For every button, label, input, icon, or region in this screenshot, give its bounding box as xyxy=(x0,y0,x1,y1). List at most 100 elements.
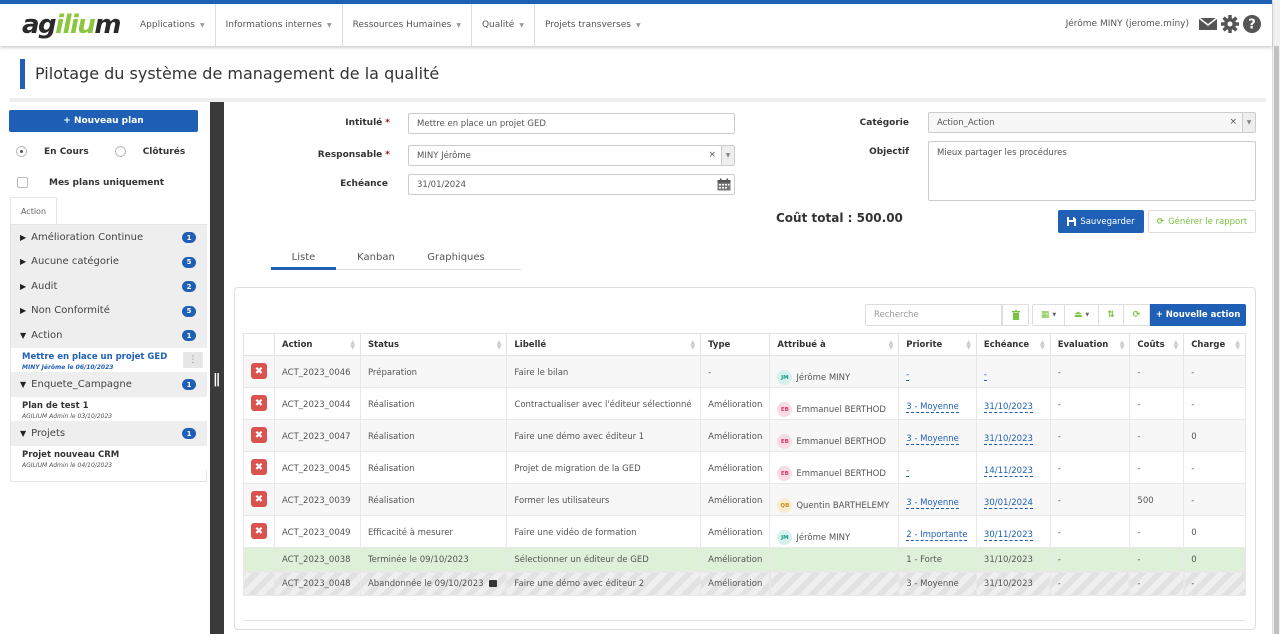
priority-cell[interactable]: 3 - Moyenne xyxy=(898,483,977,516)
group-audit[interactable]: ▶ Audit 2 xyxy=(11,274,207,299)
action-id[interactable]: ACT_2023_0038 xyxy=(274,547,361,572)
due-date-cell[interactable]: 30/11/2023 xyxy=(975,515,1051,548)
priority-cell[interactable]: 3 - Moyenne xyxy=(898,419,977,452)
due-date-cell[interactable]: - xyxy=(975,355,1051,388)
new-action-button[interactable]: + Nouvelle action xyxy=(1150,304,1246,326)
due-date-cell: 31/10/2023 xyxy=(975,571,1051,596)
nav-projets-transverses[interactable]: Projets transverses ▼ xyxy=(533,4,651,46)
clear-search-button[interactable] xyxy=(1002,304,1029,326)
action-id[interactable]: ACT_2023_0045 xyxy=(274,451,361,484)
objectif-textarea[interactable]: Mieux partager les procédures xyxy=(928,141,1256,201)
nav-applications[interactable]: Applications ▼ xyxy=(130,4,215,46)
nav-informations-internes[interactable]: Informations internes ▼ xyxy=(214,4,342,46)
group-aucune-categorie[interactable]: ▶ Aucune catégorie 5 xyxy=(11,249,207,274)
columns-button[interactable]: ▦ ▼ xyxy=(1032,304,1065,326)
group-projets[interactable]: ▼ Projets 1 xyxy=(11,421,207,446)
clear-icon[interactable]: × xyxy=(708,150,716,160)
priority-cell[interactable]: 2 - Importante xyxy=(898,515,977,548)
tab-action[interactable]: Action xyxy=(10,197,57,224)
delete-icon[interactable]: ✖ xyxy=(251,427,267,443)
group-amelioration-continue[interactable]: ▶ Amélioration Continue 1 xyxy=(11,225,207,250)
action-id[interactable]: ACT_2023_0048 xyxy=(274,571,361,596)
refresh-button[interactable]: ⟳ xyxy=(1123,304,1150,326)
action-id[interactable]: ACT_2023_0049 xyxy=(274,515,361,548)
delete-icon[interactable]: ✖ xyxy=(251,491,267,507)
categorie-select[interactable]: Action_Action × ▼ xyxy=(928,112,1256,133)
nav-qualite[interactable]: Qualité ▼ xyxy=(470,4,534,46)
group-enquete-campagne[interactable]: ▼ Enquete_Campagne 1 xyxy=(11,372,207,397)
plan-item[interactable]: Mettre en place un projet GED MINY Jérôm… xyxy=(11,347,207,372)
col-evaluation[interactable]: Evaluation ▲ ▼ xyxy=(1049,333,1131,356)
radio-en-cours[interactable] xyxy=(16,146,27,157)
my-plans-checkbox[interactable] xyxy=(17,177,28,188)
search-input[interactable]: Recherche xyxy=(865,304,1002,326)
due-date-cell[interactable]: 31/10/2023 xyxy=(975,419,1051,452)
priority-cell[interactable]: 3 - Moyenne xyxy=(898,387,977,420)
plan-item[interactable]: Plan de test 1 AGILIUM Admin le 03/10/20… xyxy=(11,396,207,421)
tab-liste[interactable]: Liste xyxy=(271,250,336,270)
calendar-icon[interactable] xyxy=(717,178,731,191)
envelope-icon[interactable] xyxy=(1198,14,1218,34)
col-priorite[interactable]: Priorite ▲ ▼ xyxy=(898,333,977,356)
tab-kanban[interactable]: Kanban xyxy=(336,250,416,270)
panel-splitter[interactable]: || xyxy=(210,102,224,634)
table-row[interactable]: ACT_2023_0038 Terminée le 09/10/2023 Sélec… xyxy=(243,547,1246,572)
table-row[interactable]: ACT_2023_0048 Abandonnée le 09/10/2023 Fai… xyxy=(243,571,1246,596)
radio-clotures[interactable] xyxy=(114,146,126,157)
delete-icon[interactable]: ✖ xyxy=(251,395,267,411)
col-couts[interactable]: Coûts ▲ ▼ xyxy=(1129,333,1185,356)
intitule-input[interactable]: Mettre en place un projet GED xyxy=(408,113,735,134)
export-button[interactable]: ⏏ ▼ xyxy=(1064,304,1099,326)
agilium-logo[interactable]: agilium xyxy=(22,10,121,40)
priority-cell[interactable]: - xyxy=(898,451,977,484)
table-row[interactable]: ✖ ACT_2023_0049 Efficacité à mesurer Faire … xyxy=(243,515,1246,548)
plan-item[interactable]: Projet nouveau CRM AGILIUM Admin le 04/1… xyxy=(11,445,207,470)
tab-graphiques[interactable]: Graphiques xyxy=(416,250,496,270)
delete-icon[interactable]: ✖ xyxy=(251,363,267,379)
table-row[interactable]: ✖ ACT_2023_0047 Réalisation Faire une démo … xyxy=(243,419,1246,452)
comment-icon[interactable] xyxy=(488,580,497,587)
col-status[interactable]: Status ▲ ▼ xyxy=(359,333,508,356)
table-row[interactable]: ✖ ACT_2023_0045 Réalisation Projet de migra… xyxy=(243,451,1246,484)
group-action[interactable]: ▼ Action 1 xyxy=(11,323,207,348)
chevron-down-icon[interactable]: ▼ xyxy=(721,146,734,165)
col-type[interactable]: Type xyxy=(700,333,771,356)
col-libelle[interactable]: Libellé ▲ ▼ xyxy=(506,333,702,356)
more-options-icon[interactable]: ⋮ xyxy=(183,351,203,368)
responsable-select[interactable]: MINY Jérôme × ▼ xyxy=(408,145,735,166)
col-attribue[interactable]: Attribué à ▲ ▼ xyxy=(769,333,900,356)
new-plan-button[interactable]: + Nouveau plan xyxy=(9,110,198,132)
table-row[interactable]: ✖ ACT_2023_0044 Réalisation Contractualiser… xyxy=(243,387,1246,420)
clear-icon[interactable]: × xyxy=(1229,117,1237,127)
generate-report-button[interactable]: ⟳ Générer le rapport xyxy=(1148,210,1256,233)
col-charge[interactable]: Charge ▲ ▼ xyxy=(1183,333,1246,356)
priority-cell[interactable]: - xyxy=(898,355,977,388)
group-non-conformite[interactable]: ▶ Non Conformité 5 xyxy=(11,298,207,323)
due-date-cell[interactable]: 30/01/2024 xyxy=(975,483,1051,516)
action-id[interactable]: ACT_2023_0039 xyxy=(274,483,361,516)
echeance-input[interactable]: 31/01/2024 xyxy=(408,174,735,195)
gear-icon[interactable] xyxy=(1220,14,1240,34)
page-scrollbar[interactable] xyxy=(1272,0,1280,634)
table-row[interactable]: ✖ ACT_2023_0046 Préparation Faire le bilan -… xyxy=(243,355,1246,388)
delete-icon[interactable]: ✖ xyxy=(251,523,267,539)
radio-clotures-label[interactable]: Clôturés xyxy=(143,147,185,157)
delete-icon[interactable]: ✖ xyxy=(251,459,267,475)
col-action[interactable]: Action ▲ ▼ xyxy=(274,333,361,356)
due-date-cell[interactable]: 14/11/2023 xyxy=(975,451,1051,484)
chevron-down-icon[interactable]: ▼ xyxy=(1242,113,1255,132)
sort-button[interactable]: ⇅ xyxy=(1098,304,1124,326)
due-date-cell[interactable]: 31/10/2023 xyxy=(975,387,1051,420)
radio-en-cours-label[interactable]: En Cours xyxy=(44,147,89,157)
action-id[interactable]: ACT_2023_0044 xyxy=(274,387,361,420)
user-name[interactable]: Jérôme MINY (jerome.miny) xyxy=(1066,19,1189,29)
help-icon[interactable]: ? xyxy=(1242,14,1262,34)
nav-ressources-humaines[interactable]: Ressources Humaines ▼ xyxy=(341,4,471,46)
action-id[interactable]: ACT_2023_0047 xyxy=(274,419,361,452)
save-button[interactable]: Sauvegarder xyxy=(1058,210,1144,233)
scrollbar-thumb[interactable] xyxy=(1274,46,1279,634)
col-echeance[interactable]: Echéance ▲ ▼ xyxy=(975,333,1051,356)
table-row[interactable]: ✖ ACT_2023_0039 Réalisation Former les util… xyxy=(243,483,1246,516)
action-id[interactable]: ACT_2023_0046 xyxy=(274,355,361,388)
my-plans-label[interactable]: Mes plans uniquement xyxy=(49,178,164,188)
